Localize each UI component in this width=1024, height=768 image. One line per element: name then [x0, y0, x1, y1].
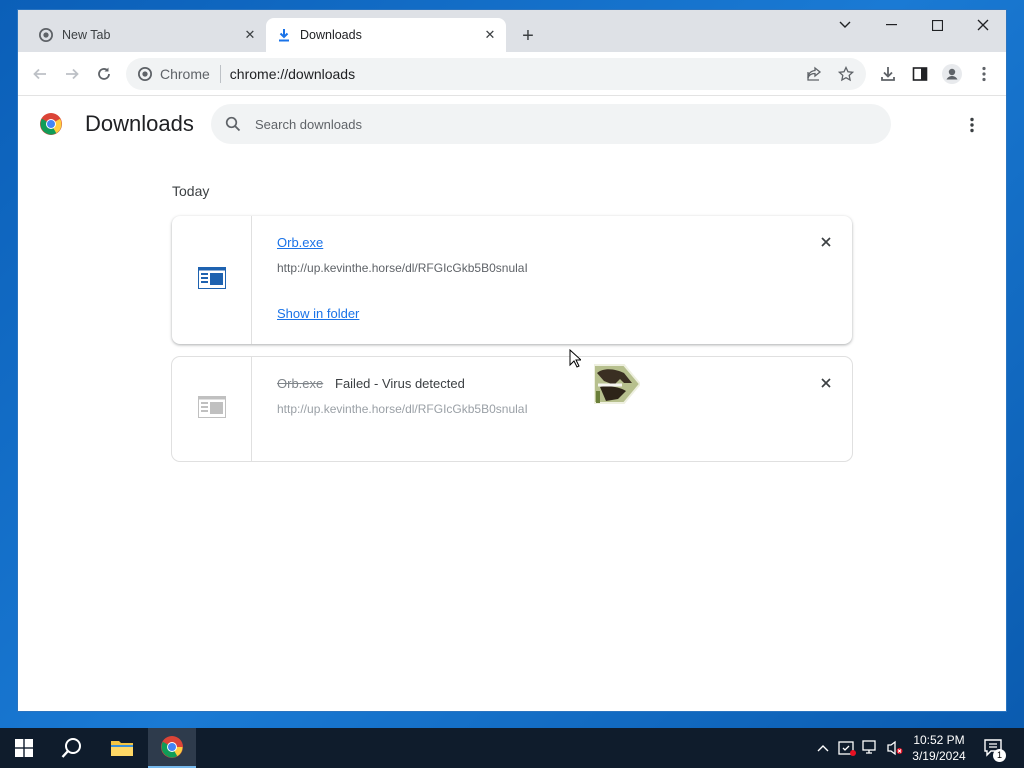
show-in-folder-link[interactable]: Show in folder [277, 306, 359, 321]
notification-count-badge: 1 [993, 749, 1006, 762]
tab-new-tab[interactable]: New Tab ✕ [28, 18, 266, 52]
tab-close-icon[interactable]: ✕ [480, 25, 500, 45]
tab-downloads[interactable]: Downloads ✕ [266, 18, 506, 52]
url-text[interactable]: chrome://downloads [230, 66, 355, 82]
network-tray-icon[interactable] [860, 728, 882, 768]
download-icon [276, 27, 292, 43]
back-button[interactable] [26, 60, 54, 88]
clock-time: 10:52 PM [913, 733, 965, 747]
search-input[interactable] [255, 116, 835, 132]
remove-download-close-icon[interactable] [818, 234, 834, 250]
download-item: Orb.exe http://up.kevinthe.horse/dl/RFGI… [172, 216, 852, 344]
date-section-label: Today [172, 183, 210, 199]
file-explorer-icon[interactable] [98, 728, 146, 768]
site-chip[interactable]: Chrome [138, 66, 210, 82]
chrome-taskbar-icon[interactable] [148, 728, 196, 768]
download-file-name: Orb.exe [277, 376, 324, 391]
browser-toolbar: Chrome chrome://downloads [18, 52, 1006, 96]
download-source-url[interactable]: http://up.kevinthe.horse/dl/RFGIcGkb5B0s… [277, 402, 528, 416]
reload-button[interactable] [90, 60, 118, 88]
forward-button[interactable] [58, 60, 86, 88]
tab-label: New Tab [62, 28, 111, 42]
download-source-url[interactable]: http://up.kevinthe.horse/dl/RFGIcGkb5B0s… [277, 261, 528, 275]
minimize-button[interactable] [868, 10, 914, 40]
maximize-button[interactable] [914, 10, 960, 40]
security-shield-tray-icon[interactable] [836, 728, 858, 768]
action-center-icon[interactable]: 1 [980, 728, 1008, 768]
search-taskbar-icon[interactable] [48, 728, 96, 768]
file-icon-column [172, 357, 252, 461]
volume-muted-tray-icon[interactable] [884, 728, 906, 768]
close-window-button[interactable] [960, 10, 1006, 40]
downloads-page: Downloads Today Orb.exe http://up.kevint… [18, 97, 1006, 711]
downloads-header: Downloads [18, 97, 1006, 153]
search-downloads-box[interactable] [211, 104, 891, 144]
tab-label: Downloads [300, 28, 362, 42]
side-panel-icon[interactable] [906, 60, 934, 88]
more-actions-icon[interactable] [960, 113, 984, 137]
chrome-logo-icon [39, 112, 63, 136]
mouse-cursor-icon [569, 348, 583, 373]
executable-file-icon [197, 266, 226, 294]
tab-search-chevron-icon[interactable] [822, 10, 868, 40]
page-title: Downloads [85, 111, 194, 136]
omnibox-divider [219, 65, 221, 83]
bookmark-star-icon[interactable] [836, 64, 856, 84]
file-icon-column [172, 216, 252, 344]
horse-overlay-image [593, 361, 642, 407]
executable-file-icon [197, 395, 226, 423]
download-file-name-link[interactable]: Orb.exe [277, 235, 323, 250]
tab-strip: New Tab ✕ Downloads ✕ + [18, 10, 1006, 52]
address-bar[interactable]: Chrome chrome://downloads [126, 58, 866, 90]
share-icon[interactable] [804, 64, 824, 84]
profile-avatar-icon[interactable] [938, 60, 966, 88]
downloads-toolbar-icon[interactable] [874, 60, 902, 88]
windows-taskbar: 10:52 PM 3/19/2024 1 [0, 728, 1024, 768]
download-item-failed: Orb.exe Failed - Virus detected http://u… [172, 357, 852, 461]
site-chip-label: Chrome [160, 66, 210, 82]
system-clock[interactable]: 10:52 PM 3/19/2024 [904, 732, 974, 764]
tab-close-icon[interactable]: ✕ [240, 25, 260, 45]
remove-download-close-icon[interactable] [818, 375, 834, 391]
show-hidden-icons-chevron-icon[interactable] [814, 728, 832, 768]
chrome-icon [138, 67, 152, 81]
start-button[interactable] [0, 728, 48, 768]
new-tab-button[interactable]: + [516, 24, 540, 48]
download-status-text: Failed - Virus detected [335, 376, 465, 391]
chrome-window: New Tab ✕ Downloads ✕ + Chrome chrome://… [18, 10, 1006, 711]
chrome-favicon-icon [38, 27, 54, 43]
clock-date: 3/19/2024 [912, 749, 966, 763]
browser-menu-icon[interactable] [970, 60, 998, 88]
search-icon [223, 114, 243, 134]
